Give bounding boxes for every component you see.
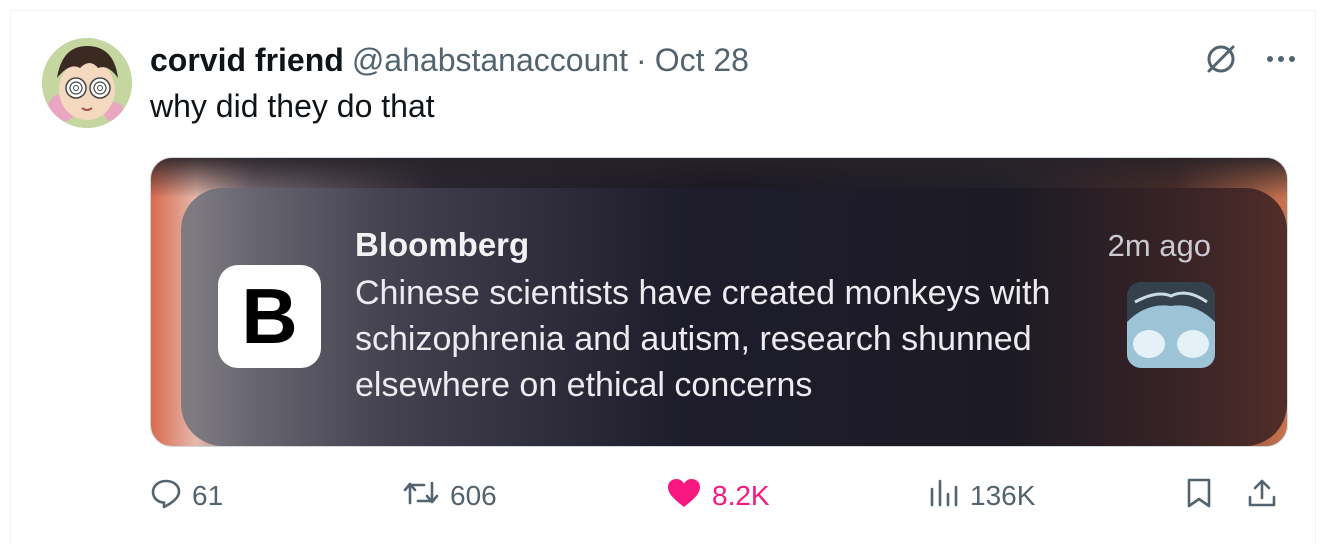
avatar-image <box>42 38 132 128</box>
notification-banner: B Bloomberg 2m ago Chinese scientists ha… <box>181 188 1287 446</box>
reply-count: 61 <box>192 480 224 511</box>
grok-icon[interactable] <box>1204 42 1238 76</box>
reply-button[interactable]: 61 <box>150 476 223 516</box>
views-count: 136K <box>970 480 1036 511</box>
tweet-header: corvid friend @ahabstanaccount · Oct 28 <box>150 40 749 80</box>
avatar[interactable] <box>42 38 132 128</box>
notification-body: Chinese scientists have created monkeys … <box>355 274 1051 404</box>
views-button[interactable]: 136K <box>928 476 1035 516</box>
user-handle[interactable]: @ahabstanaccount <box>352 42 628 79</box>
notification-source: Bloomberg <box>355 226 530 263</box>
separator-dot: · <box>636 41 647 78</box>
repost-icon <box>402 477 440 516</box>
top-actions <box>1204 42 1296 76</box>
post-date[interactable]: Oct 28 <box>655 42 749 79</box>
display-name[interactable]: corvid friend <box>150 42 344 79</box>
bloomberg-app-icon: B <box>218 265 321 368</box>
like-count: 8.2K <box>712 480 770 511</box>
heart-icon <box>666 477 702 516</box>
reply-icon <box>150 477 182 516</box>
notification-thumbnail <box>1127 282 1215 368</box>
tweet-media-image[interactable]: B Bloomberg 2m ago Chinese scientists ha… <box>150 157 1288 447</box>
like-button[interactable]: 8.2K <box>666 476 770 516</box>
repost-count: 606 <box>450 480 497 511</box>
views-icon <box>928 477 960 516</box>
share-button[interactable] <box>1246 476 1278 516</box>
bookmark-button[interactable] <box>1184 476 1214 516</box>
more-icon[interactable] <box>1266 54 1296 64</box>
repost-button[interactable]: 606 <box>402 476 497 516</box>
tweet-actions: 61 606 8.2K 136K <box>150 476 1290 516</box>
tweet-text: why did they do that <box>150 88 435 124</box>
share-icon <box>1246 477 1278 516</box>
notification-time: 2m ago <box>1107 228 1211 263</box>
bookmark-icon <box>1184 477 1214 516</box>
